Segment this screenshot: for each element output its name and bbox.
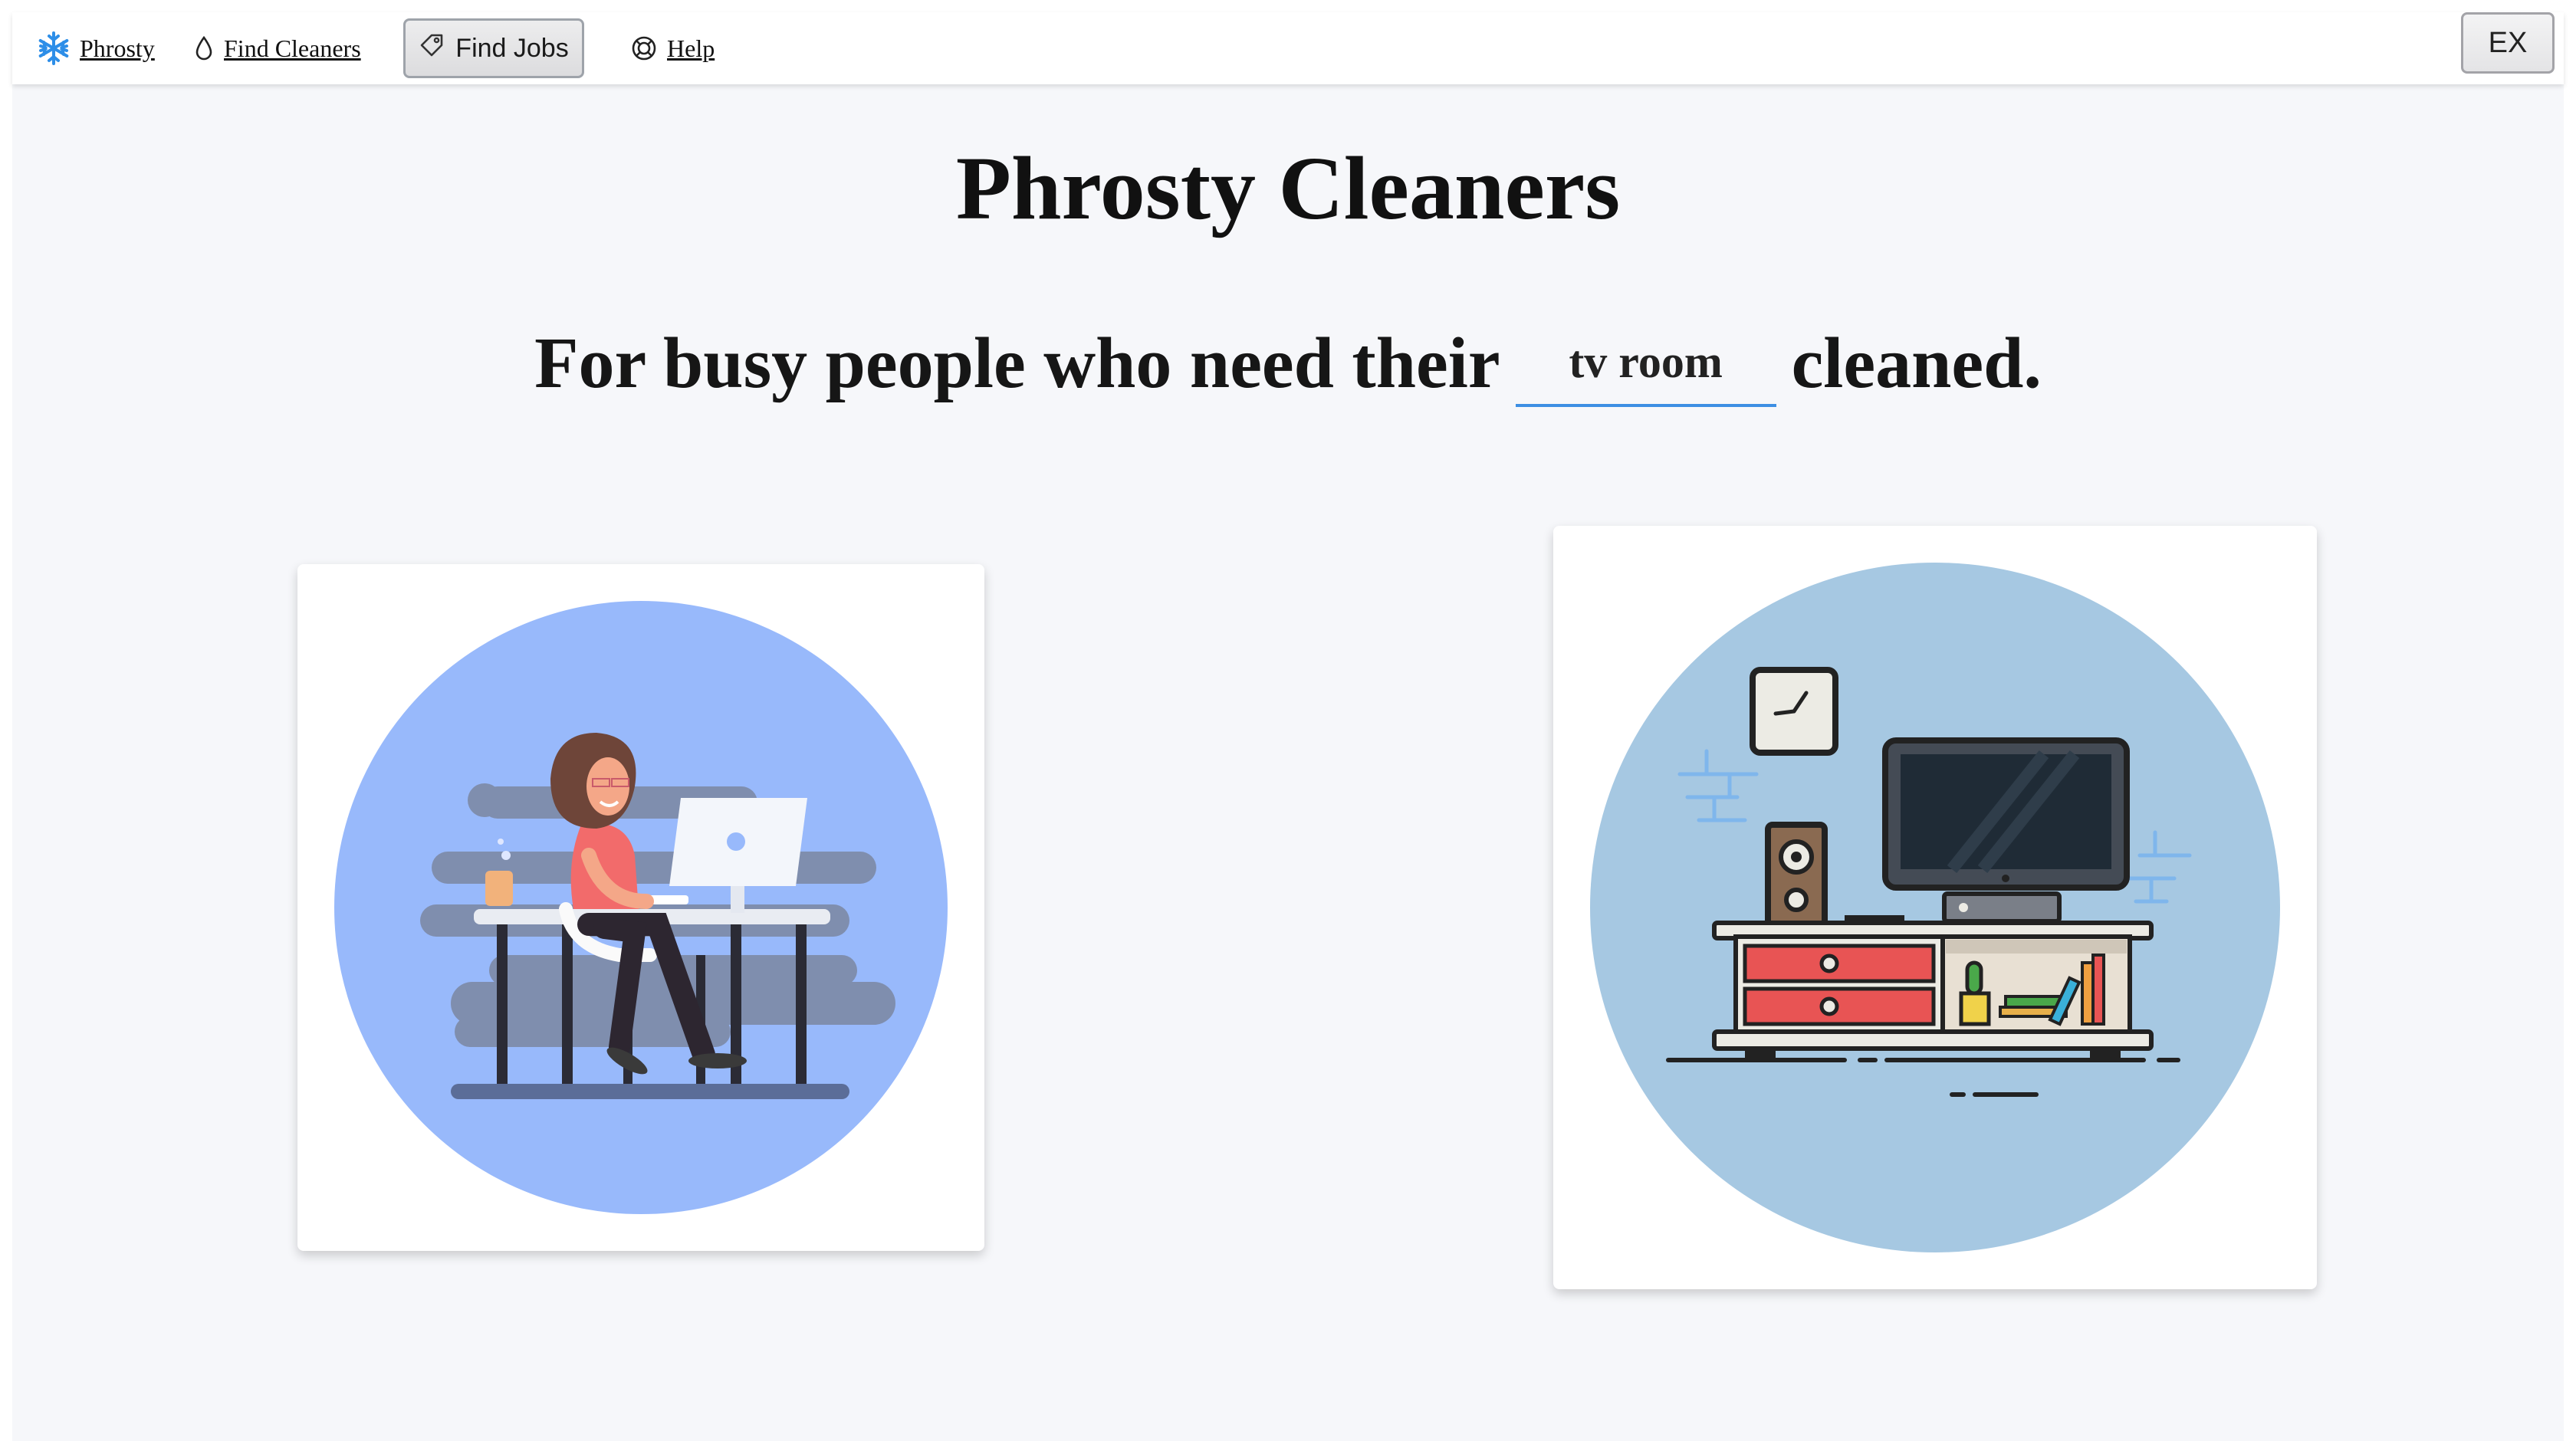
tagline-prefix: For busy people who need their <box>534 323 1500 403</box>
app-root: Phrosty Find Cleaners Find Jobs Help EX … <box>12 12 2564 1441</box>
nav-brand-label: Phrosty <box>80 34 155 62</box>
nav-brand-link[interactable]: Phrosty <box>37 12 155 84</box>
busy-person-illustration <box>334 601 948 1214</box>
lifebuoy-icon <box>630 34 658 62</box>
nav-help-link[interactable]: Help <box>630 12 715 84</box>
top-navbar: Phrosty Find Cleaners Find Jobs Help EX <box>12 12 2564 84</box>
room-input[interactable] <box>1515 320 1776 407</box>
nav-find-cleaners-label: Find Cleaners <box>224 34 361 62</box>
tv-room-illustration <box>1590 563 2280 1252</box>
nav-find-cleaners-link[interactable]: Find Cleaners <box>193 12 361 84</box>
busy-person-card <box>297 564 984 1251</box>
droplet-icon <box>193 35 215 61</box>
nav-help-label: Help <box>667 34 715 62</box>
tag-icon <box>419 32 445 65</box>
nav-find-jobs-button[interactable]: Find Jobs <box>403 18 584 78</box>
tagline: For busy people who need their cleaned. <box>12 310 2564 417</box>
tv-room-card <box>1553 526 2317 1289</box>
snowflake-icon <box>37 31 71 65</box>
tagline-suffix: cleaned. <box>1791 323 2042 403</box>
ex-button[interactable]: EX <box>2461 12 2555 74</box>
page-title: Phrosty Cleaners <box>955 138 1621 238</box>
nav-find-jobs-label: Find Jobs <box>455 33 569 63</box>
